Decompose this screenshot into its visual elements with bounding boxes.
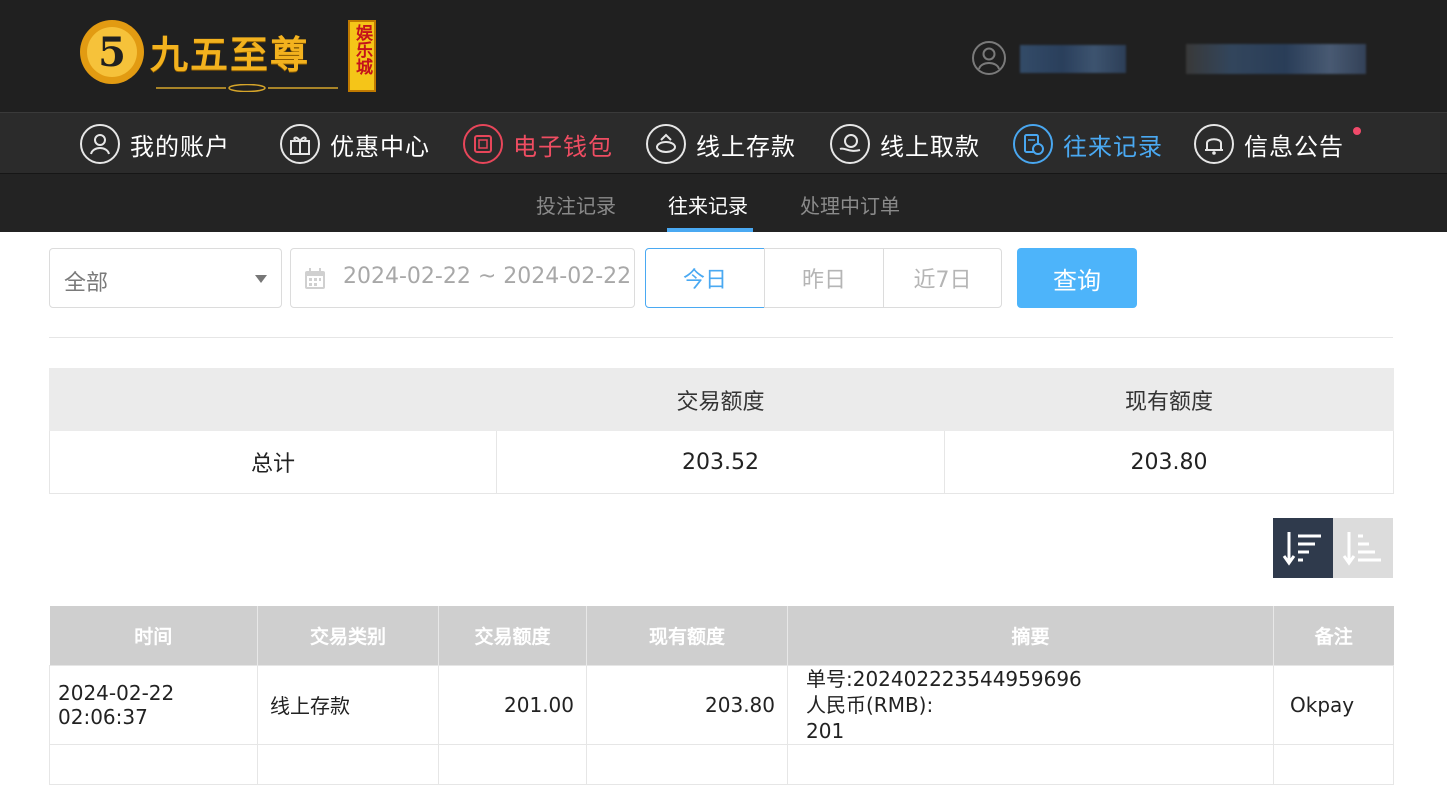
record-summary-line: 单号:202402223544959696 [806, 666, 1082, 691]
type-select-value: 全部 [64, 271, 109, 296]
record-balance: 203.80 [586, 664, 788, 745]
user-icon [80, 124, 120, 164]
column-header-summary: 摘要 [787, 606, 1274, 665]
nav-item-label: 线上取款 [880, 132, 980, 161]
range-today-button[interactable]: 今日 [645, 248, 765, 308]
calendar-icon [305, 268, 325, 289]
record-category: 线上存款 [257, 664, 439, 745]
summary-total-amount: 203.52 [496, 430, 945, 494]
summary-table: 交易额度 现有额度 总计 203.52 203.80 [49, 368, 1394, 494]
brand-emblem-digit: 5 [98, 29, 126, 76]
column-header-category: 交易类别 [257, 606, 439, 665]
summary-header-cell: 现有额度 [944, 368, 1394, 431]
tab-pending-orders[interactable]: 处理中订单 [800, 190, 900, 219]
bell-icon [1194, 124, 1234, 164]
empty-cell [787, 743, 1274, 785]
summary-total-label: 总计 [49, 430, 497, 494]
column-header-time: 时间 [49, 606, 258, 665]
nav-item-label: 电子钱包 [513, 132, 613, 161]
summary-header-cell: 交易额度 [496, 368, 945, 431]
column-header-remark: 备注 [1273, 606, 1394, 665]
empty-cell [49, 743, 258, 785]
records-table: 时间 交易类别 交易额度 现有额度 摘要 备注 2024-02-22 02:06… [49, 606, 1394, 785]
username-redacted [1020, 45, 1126, 73]
range-yesterday-button[interactable]: 昨日 [764, 248, 884, 308]
nav-item-label: 优惠中心 [330, 132, 430, 161]
nav-item-label: 线上存款 [696, 132, 796, 161]
nav-item-announcements[interactable]: 信息公告 [1194, 113, 1344, 175]
nav-item-transaction-records[interactable]: 往来记录 [1013, 113, 1163, 175]
deposit-icon [646, 124, 686, 164]
chevron-down-icon [255, 275, 267, 283]
date-range-value: 2024-02-22 ~ 2024-02-22 [343, 264, 632, 289]
sort-descending-button[interactable] [1273, 518, 1333, 578]
nav-item-e-wallet[interactable]: 电子钱包 [463, 113, 613, 175]
record-amount: 201.00 [438, 664, 587, 745]
sort-ascending-button[interactable] [1333, 518, 1393, 578]
withdraw-icon [830, 124, 870, 164]
nav-item-label: 信息公告 [1244, 132, 1344, 161]
site-header: 5 九五至尊 娱乐城 [0, 0, 1447, 112]
gift-icon [280, 124, 320, 164]
brand-badge-text: 娱乐城 [352, 24, 372, 75]
type-select[interactable]: 全部 [49, 248, 282, 308]
nav-item-promotions[interactable]: 优惠中心 [280, 113, 430, 175]
tab-transaction-records[interactable]: 往来记录 [668, 190, 748, 219]
empty-cell [586, 743, 788, 785]
records-header-row: 时间 交易类别 交易额度 现有额度 摘要 备注 [49, 606, 1394, 665]
active-tab-indicator [667, 228, 753, 232]
balance-redacted [1186, 44, 1366, 74]
empty-cell [1273, 743, 1394, 785]
summary-total-row: 总计 203.52 203.80 [49, 430, 1394, 494]
nav-item-online-deposit[interactable]: 线上存款 [646, 113, 796, 175]
record-summary-line: 人民币(RMB): [806, 692, 934, 717]
unread-dot [1353, 127, 1361, 135]
sub-nav: 投注记录 往来记录 处理中订单 [0, 174, 1447, 232]
summary-header-cell [49, 368, 497, 431]
record-summary-line: 201 [806, 718, 845, 743]
brand-name: 九五至尊 [150, 32, 311, 77]
date-range-input[interactable]: 2024-02-22 ~ 2024-02-22 [290, 248, 635, 308]
nav-item-online-withdraw[interactable]: 线上取款 [830, 113, 980, 175]
summary-total-balance: 203.80 [944, 430, 1394, 494]
nav-item-label: 往来记录 [1063, 132, 1163, 161]
column-header-balance: 现有额度 [586, 606, 788, 665]
nav-item-label: 我的账户 [130, 132, 230, 161]
record-time: 2024-02-22 02:06:37 [49, 664, 258, 745]
brand-logo[interactable]: 5 九五至尊 娱乐城 [78, 14, 388, 98]
table-row [49, 743, 1394, 785]
sort-ascending-icon [1342, 532, 1381, 566]
logo-ornament-icon [156, 84, 338, 92]
wallet-icon [463, 124, 503, 164]
nav-item-my-account[interactable]: 我的账户 [80, 113, 230, 175]
table-row: 2024-02-22 02:06:37 线上存款 201.00 203.80 单… [49, 664, 1394, 745]
record-summary: 单号:202402223544959696 人民币(RMB): 201 [787, 664, 1274, 745]
summary-header-row: 交易额度 现有额度 [49, 368, 1394, 431]
tab-bet-records[interactable]: 投注记录 [536, 190, 616, 219]
record-remark: Okpay [1273, 664, 1394, 745]
range-7days-button[interactable]: 近7日 [883, 248, 1002, 308]
records-icon [1013, 124, 1053, 164]
empty-cell [438, 743, 587, 785]
sort-descending-icon [1282, 532, 1321, 566]
column-header-amount: 交易额度 [438, 606, 587, 665]
user-avatar-icon[interactable] [971, 40, 1007, 76]
query-button[interactable]: 查询 [1017, 248, 1137, 308]
brand-emblem-icon: 5 [80, 20, 144, 84]
divider [49, 337, 1393, 338]
empty-cell [257, 743, 439, 785]
main-nav: 我的账户 优惠中心 电子钱包 线上存款 线上取款 往来记录 信息公告 [0, 112, 1447, 174]
brand-badge: 娱乐城 [348, 20, 376, 92]
